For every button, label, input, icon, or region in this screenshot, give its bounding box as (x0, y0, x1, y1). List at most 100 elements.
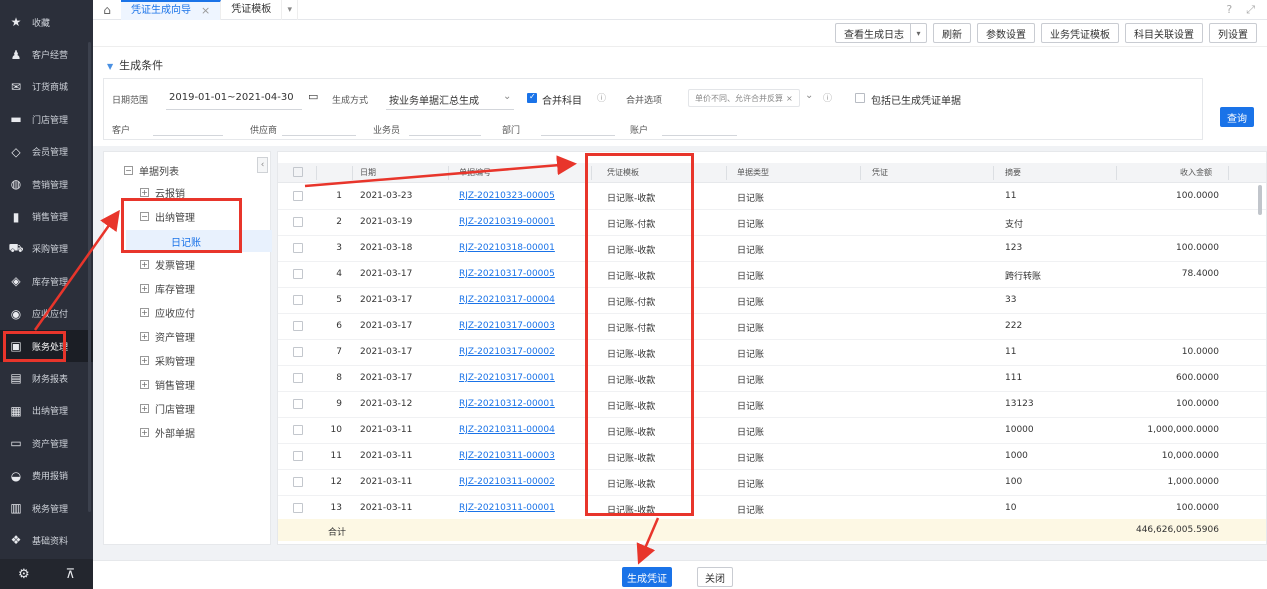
view-log-button[interactable]: 查看生成日志 ▾ (835, 23, 927, 43)
table-row[interactable]: 9 2021-03-12 RJZ-20210312-00001 日记账-收款 日记账 13… (278, 392, 1266, 418)
row-checkbox[interactable] (293, 503, 303, 513)
query-button[interactable]: 查询 (1220, 107, 1254, 127)
tab-voucher-wizard[interactable]: 凭证生成向导 × (121, 0, 222, 20)
table-row[interactable]: 7 2021-03-17 RJZ-20210317-00002 日记账-收款 日记账 11… (278, 340, 1266, 366)
row-checkbox[interactable] (293, 425, 303, 435)
row-checkbox[interactable] (293, 399, 303, 409)
cell-doc-no[interactable]: RJZ-20210317-00003 (459, 321, 555, 331)
merge-option-select[interactable]: 单价不同、允许合并反算 × (688, 89, 800, 107)
dept-input[interactable] (541, 135, 615, 136)
row-checkbox[interactable] (293, 451, 303, 461)
col-summary[interactable]: 摘要 (1005, 167, 1021, 178)
close-button[interactable]: 关闭 (697, 567, 733, 587)
cell-doc-no[interactable]: RJZ-20210317-00002 (459, 347, 555, 357)
table-row[interactable]: 6 2021-03-17 RJZ-20210317-00003 日记账-付款 日记账 22… (278, 314, 1266, 340)
horizontal-scrollbar[interactable] (353, 544, 818, 545)
table-row[interactable]: 5 2021-03-17 RJZ-20210317-00004 日记账-付款 日记账 33 (278, 288, 1266, 314)
tree-node-0[interactable]: + 云报销 (140, 181, 185, 203)
row-checkbox[interactable] (293, 295, 303, 305)
sidebar-item-16[interactable]: ❖ 基础资料 (0, 524, 93, 556)
cell-doc-no[interactable]: RJZ-20210317-00004 (459, 295, 555, 305)
cell-doc-no[interactable]: RJZ-20210311-00003 (459, 451, 555, 461)
table-row[interactable]: 4 2021-03-17 RJZ-20210317-00005 日记账-收款 日记账 跨行… (278, 262, 1266, 288)
vertical-scrollbar[interactable] (1258, 185, 1262, 215)
tree-plus-icon[interactable]: + (140, 331, 149, 341)
calendar-icon[interactable]: ▭ (308, 90, 318, 103)
tree-plus-icon[interactable]: + (140, 427, 149, 437)
table-row[interactable]: 8 2021-03-17 RJZ-20210317-00001 日记账-收款 日记账 11… (278, 366, 1266, 392)
tree-minus-icon[interactable]: − (124, 165, 133, 175)
tree-node-8[interactable]: + 门店管理 (140, 397, 195, 419)
method-select[interactable]: 按业务单据汇总生成 (389, 92, 479, 107)
cell-doc-no[interactable]: RJZ-20210317-00005 (459, 269, 555, 279)
row-checkbox[interactable] (293, 191, 303, 201)
cell-doc-no[interactable]: RJZ-20210319-00001 (459, 217, 555, 227)
row-checkbox[interactable] (293, 477, 303, 487)
biz-template-button[interactable]: 业务凭证模板 (1041, 23, 1119, 43)
col-template[interactable]: 凭证模板 (607, 167, 639, 178)
tree-plus-icon[interactable]: + (140, 379, 149, 389)
sidebar-item-2[interactable]: ✉ 订货商城 (0, 71, 93, 103)
sidebar-item-8[interactable]: ◈ 库存管理 (0, 265, 93, 297)
merge-option-chevron-icon[interactable]: ⌄ (805, 90, 813, 101)
col-date[interactable]: 日期 (360, 167, 376, 178)
sidebar-item-6[interactable]: ▮ 销售管理 (0, 200, 93, 232)
tree-plus-icon[interactable]: + (140, 307, 149, 317)
sidebar-item-14[interactable]: ◒ 费用报销 (0, 459, 93, 491)
table-row[interactable]: 2 2021-03-19 RJZ-20210319-00001 日记账-付款 日记账 支付 (278, 210, 1266, 236)
nav-scrollbar[interactable] (88, 42, 91, 512)
help-icon[interactable]: ? (1226, 3, 1232, 17)
select-all-checkbox[interactable] (293, 167, 303, 177)
table-row[interactable]: 1 2021-03-23 RJZ-20210323-00005 日记账-收款 日记账 11… (278, 184, 1266, 210)
cell-doc-no[interactable]: RJZ-20210317-00001 (459, 373, 555, 383)
chevron-down-icon[interactable]: ▾ (910, 24, 926, 42)
col-doc-no[interactable]: 单据编号 (459, 167, 491, 178)
row-checkbox[interactable] (293, 217, 303, 227)
sidebar-item-4[interactable]: ◇ 会员管理 (0, 136, 93, 168)
col-doc-type[interactable]: 单据类型 (737, 167, 769, 178)
cell-doc-no[interactable]: RJZ-20210311-00002 (459, 477, 555, 487)
row-checkbox[interactable] (293, 347, 303, 357)
generate-voucher-button[interactable]: 生成凭证 (622, 567, 672, 587)
tree-plus-icon[interactable]: + (140, 283, 149, 293)
tab-dropdown-icon[interactable]: ▾ (282, 0, 299, 20)
sidebar-item-7[interactable]: ⛟ 采购管理 (0, 233, 93, 265)
tree-node-6[interactable]: + 采购管理 (140, 349, 195, 371)
refresh-button[interactable]: 刷新 (933, 23, 971, 43)
sidebar-item-10[interactable]: ▣ 账务处理 (0, 329, 93, 363)
tree-node-9[interactable]: + 外部单据 (140, 421, 195, 443)
sidebar-item-15[interactable]: ▥ 税务管理 (0, 492, 93, 524)
include-generated-checkbox[interactable] (855, 93, 865, 103)
sidebar-item-12[interactable]: ▦ 出纳管理 (0, 395, 93, 427)
sidebar-item-0[interactable]: ★ 收藏 (0, 6, 93, 38)
supplier-input[interactable] (282, 135, 356, 136)
sidebar-item-3[interactable]: ▬ 门店管理 (0, 103, 93, 135)
collapse-panel-icon[interactable]: ‹ (257, 157, 268, 173)
tree-node-1[interactable]: − 出纳管理 (140, 205, 195, 227)
tree-plus-icon[interactable]: + (140, 355, 149, 365)
table-row[interactable]: 10 2021-03-11 RJZ-20210311-00004 日记账-收款 日记账 1… (278, 418, 1266, 444)
tree-node-5[interactable]: + 资产管理 (140, 325, 195, 347)
salesman-input[interactable] (409, 135, 481, 136)
params-button[interactable]: 参数设置 (977, 23, 1035, 43)
settings-gear-icon[interactable]: ⚙ (18, 567, 30, 582)
table-row[interactable]: 11 2021-03-11 RJZ-20210311-00003 日记账-收款 日记账 1… (278, 444, 1266, 470)
col-amount[interactable]: 收入金额 (1180, 167, 1212, 178)
row-checkbox[interactable] (293, 243, 303, 253)
fullscreen-icon[interactable]: ⤢ (1246, 3, 1255, 17)
merge-subject-checkbox[interactable] (527, 92, 537, 103)
method-chevron-icon[interactable]: ⌄ (503, 91, 511, 102)
help-circle-icon[interactable]: ⓘ (823, 91, 832, 104)
sidebar-item-1[interactable]: ♟ 客户经营 (0, 38, 93, 70)
table-row[interactable]: 3 2021-03-18 RJZ-20210318-00001 日记账-收款 日记账 12… (278, 236, 1266, 262)
column-settings-button[interactable]: 列设置 (1209, 23, 1257, 43)
help-circle-icon[interactable]: ⓘ (597, 91, 606, 104)
tree-leaf-journal[interactable]: 日记账 (171, 234, 201, 249)
cell-doc-no[interactable]: RJZ-20210323-00005 (459, 191, 555, 201)
cell-doc-no[interactable]: RJZ-20210318-00001 (459, 243, 555, 253)
table-row[interactable]: 12 2021-03-11 RJZ-20210311-00002 日记账-收款 日记账 1… (278, 470, 1266, 496)
pin-icon[interactable]: ⊼ (66, 567, 76, 582)
tree-plus-icon[interactable]: + (140, 259, 149, 269)
sidebar-item-11[interactable]: ▤ 财务报表 (0, 362, 93, 394)
sidebar-item-5[interactable]: ◍ 营销管理 (0, 168, 93, 200)
